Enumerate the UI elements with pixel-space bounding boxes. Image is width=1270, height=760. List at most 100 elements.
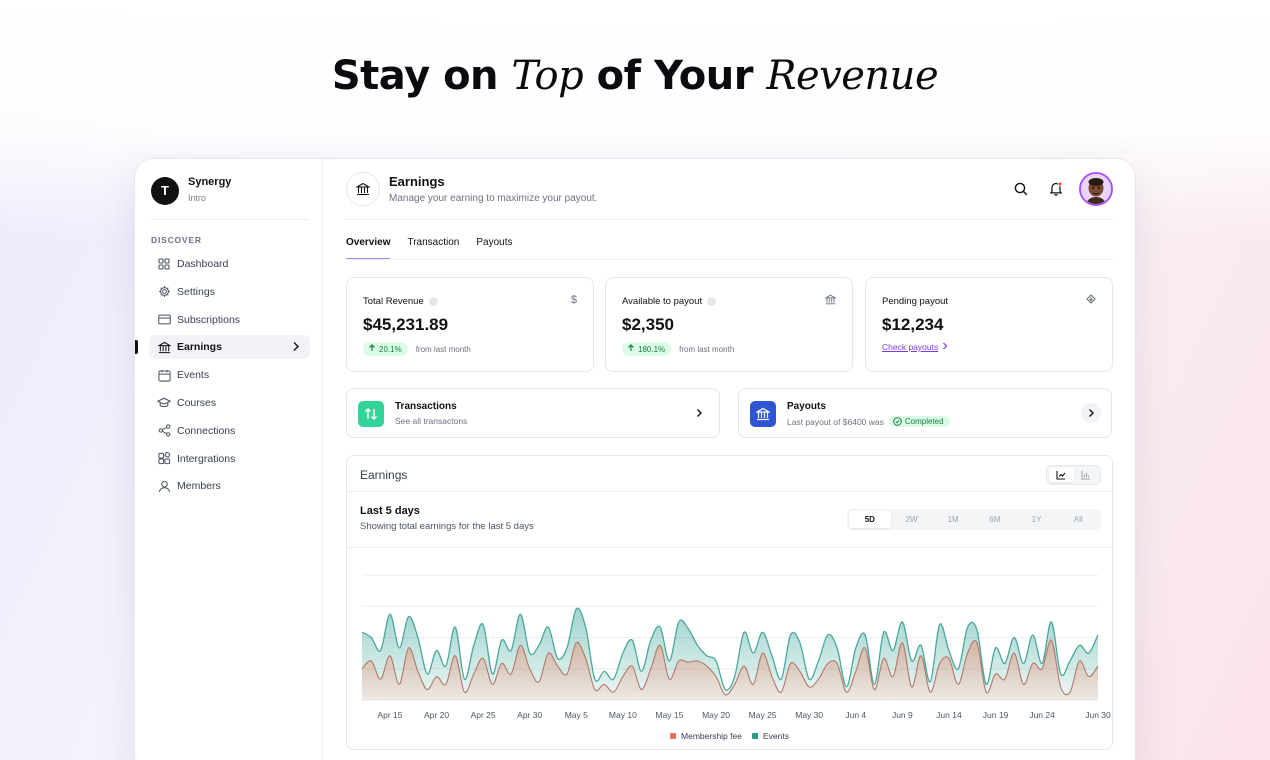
brand-subtitle: Intro — [188, 193, 207, 203]
sidebar-item-label: Subscriptions — [177, 313, 241, 326]
share-icon — [157, 424, 171, 438]
bank-icon — [346, 172, 380, 206]
period-title: Last 5 days — [360, 505, 420, 517]
sidebar-item-settings[interactable]: Settings — [149, 280, 310, 304]
card-icon — [157, 313, 171, 327]
brand-name: Synergy — [188, 176, 232, 188]
bank-icon — [824, 294, 837, 308]
check-payouts-link[interactable]: Check payouts — [882, 342, 938, 352]
x-tick-label: Jun 24 — [1029, 710, 1055, 720]
earnings-chart: Apr 15 Apr 20 Apr 25 Apr 30 May 5 May 10 May 1… — [361, 574, 1111, 720]
chart-type-toggle — [1046, 465, 1101, 485]
range-1m[interactable]: 1M — [932, 511, 974, 528]
bell-icon[interactable] — [1046, 178, 1066, 198]
legend-membership[interactable]: Membership fee — [670, 731, 742, 741]
diamond-arrow-icon — [1086, 294, 1096, 307]
stat-label-text: Total Revenue — [363, 296, 424, 307]
stat-label-text: Available to payout — [622, 296, 703, 307]
tab-bar: Overview Transaction Payouts — [346, 237, 530, 260]
sidebar-item-dashboard[interactable]: Dashboard — [149, 252, 310, 276]
sidebar-item-label: Dashboard — [177, 258, 229, 270]
app-window: T Synergy Intro DISCOVER Dashboard Setti… — [135, 159, 1135, 760]
sidebar-item-subscriptions[interactable]: Subscriptions — [149, 308, 310, 332]
x-tick-label: Apr 15 — [377, 710, 402, 720]
transactions-card[interactable]: Transactions See all transactons — [346, 388, 720, 438]
x-tick-label: Apr 30 — [517, 710, 542, 720]
legend-events[interactable]: Events — [751, 731, 789, 741]
sidebar-item-courses[interactable]: Courses — [149, 391, 310, 415]
payouts-title: Payouts — [787, 401, 826, 412]
active-indicator — [135, 340, 138, 355]
change-value: 20.1% — [379, 344, 402, 354]
completed-badge: Completed — [888, 416, 950, 427]
sidebar-item-members[interactable]: Members — [149, 474, 310, 498]
sidebar-item-events[interactable]: Events — [149, 363, 310, 387]
x-tick-label: May 15 — [656, 710, 684, 720]
legend-swatch — [670, 733, 677, 739]
chevron-right-icon[interactable] — [1081, 403, 1101, 423]
avatar[interactable] — [1079, 172, 1113, 206]
available-payout-card: Available to payout $2,350 180.1% from l… — [605, 277, 853, 372]
sidebar-item-integrations[interactable]: Intergrations — [149, 447, 310, 471]
bar-chart-icon[interactable] — [1074, 468, 1099, 482]
sidebar-divider — [151, 219, 309, 220]
sidebar-item-label: Earnings — [177, 341, 222, 354]
change-value: 180.1% — [638, 344, 666, 354]
bank-icon — [157, 340, 171, 354]
chart-legend: Membership fee Events — [347, 731, 1112, 741]
x-tick-label: May 10 — [609, 710, 637, 720]
sidebar-item-connections[interactable]: Connections — [149, 419, 310, 443]
hero-heading: Stay on Top of Your Revenue — [0, 52, 1270, 100]
calendar-icon — [157, 368, 171, 382]
completed-badge-text: Completed — [904, 417, 944, 426]
payouts-card[interactable]: Payouts Last payout of $6400 was Complet… — [738, 388, 1112, 438]
info-icon[interactable] — [707, 297, 717, 306]
chevron-right-icon[interactable] — [689, 403, 709, 423]
line-chart-icon[interactable] — [1049, 468, 1074, 482]
transactions-title: Transactions — [395, 401, 457, 412]
arrow-up-icon — [368, 344, 376, 354]
x-tick-label: May 20 — [702, 710, 730, 720]
sidebar-nav: Dashboard Settings Subscriptions Earning… — [135, 252, 310, 502]
tab-payouts[interactable]: Payouts — [476, 237, 512, 260]
legend-swatch — [751, 733, 758, 739]
sidebar-item-label: Connections — [177, 424, 236, 437]
blocks-icon — [157, 452, 171, 466]
legend-label: Membership fee — [681, 731, 742, 741]
stat-value: $2,350 — [622, 315, 674, 334]
payouts-subtitle: Last payout of $6400 was Completed — [787, 416, 950, 427]
range-all[interactable]: All — [1057, 511, 1099, 528]
x-tick-label: Jun 14 — [936, 710, 962, 720]
x-tick-label: Jun 9 — [892, 710, 913, 720]
change-note: from last month — [415, 344, 471, 354]
sidebar-item-earnings[interactable]: Earnings — [135, 335, 310, 360]
sidebar-item-label: Events — [177, 369, 210, 382]
tab-transaction[interactable]: Transaction — [407, 237, 459, 260]
brand[interactable]: T Synergy Intro — [151, 176, 231, 205]
stat-value: $45,231.89 — [363, 315, 449, 334]
gear-icon — [157, 285, 171, 299]
change-badge: 180.1% — [622, 342, 672, 356]
hero-text-4: Revenue — [766, 53, 939, 99]
stat-label: Pending payout — [882, 296, 949, 307]
range-6m[interactable]: 6M — [974, 511, 1016, 528]
hero-text-1: Stay on — [331, 53, 512, 99]
range-1y[interactable]: 1Y — [1016, 511, 1058, 528]
grid-icon — [157, 257, 171, 271]
search-icon[interactable] — [1011, 179, 1031, 199]
stat-value: $12,234 — [882, 315, 944, 334]
arrow-up-icon — [627, 344, 635, 354]
info-icon[interactable] — [428, 297, 438, 306]
stat-label: Available to payout — [622, 296, 717, 307]
change-note: from last month — [679, 344, 735, 354]
header-divider — [346, 219, 1113, 220]
tab-overview[interactable]: Overview — [346, 237, 391, 260]
main-content: Earnings Manage your earning to maximize… — [346, 159, 1113, 760]
range-5d[interactable]: 5D — [849, 511, 891, 528]
hero-text-2: Top — [511, 53, 584, 99]
earnings-chart-card: Earnings Last 5 days Showing total earni… — [346, 455, 1113, 750]
bank-icon — [750, 401, 776, 427]
pending-payout-card: Pending payout $12,234 Check payouts — [865, 277, 1113, 372]
x-tick-label: May 5 — [565, 710, 588, 720]
range-2w[interactable]: 2W — [891, 511, 933, 528]
